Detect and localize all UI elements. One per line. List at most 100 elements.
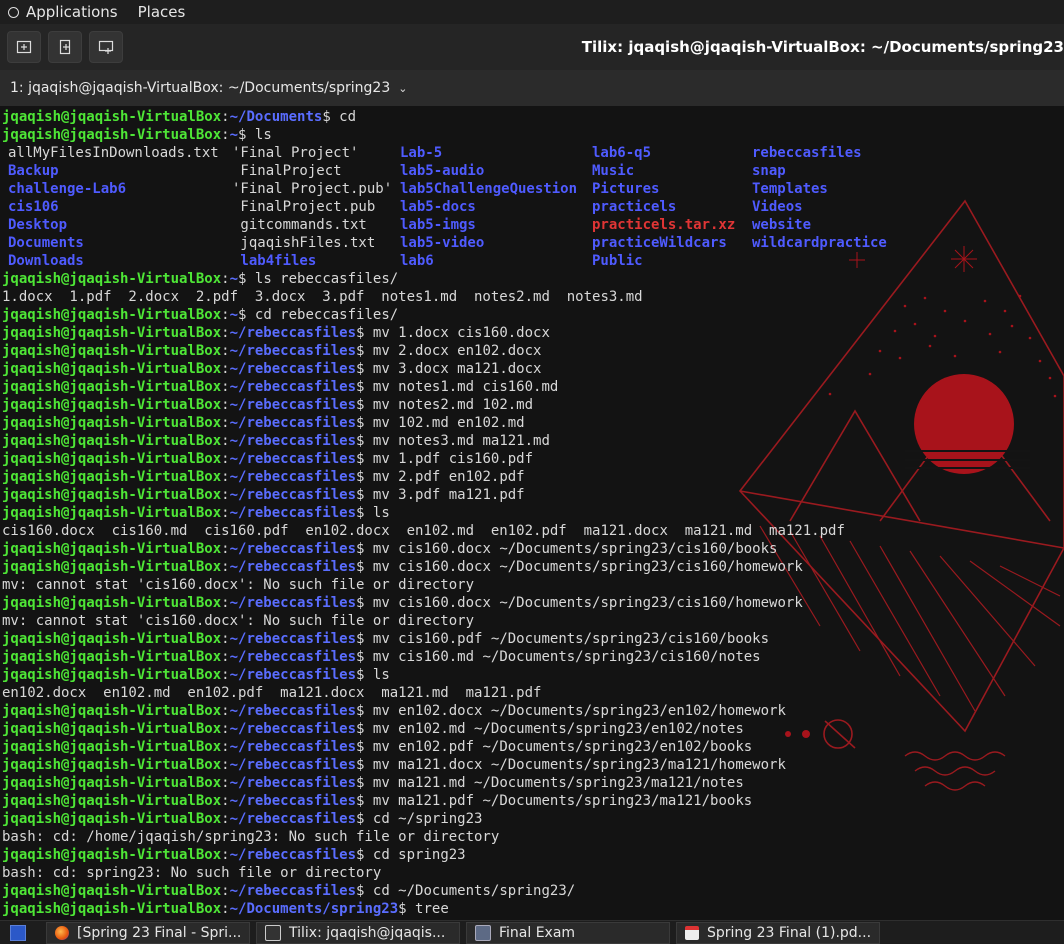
prompt-path: ~/rebeccasfiles	[229, 559, 357, 575]
terminal-icon	[265, 924, 281, 941]
prompt-symbol: $	[356, 397, 373, 413]
prompt-symbol: $	[356, 883, 373, 899]
ls-column: Lab-5 lab5-audio lab5ChallengeQuestion lab5…	[400, 144, 592, 270]
output-text: mv: cannot stat 'cis160.docx': No such f…	[2, 613, 475, 629]
prompt-separator: :	[221, 307, 230, 323]
command-text: mv cis160.md ~/Documents/spring23/cis160…	[372, 649, 761, 665]
prompt-line: jqaqish@jqaqish-VirtualBox:~/rebeccasfil…	[2, 468, 912, 486]
prompt-symbol: $	[356, 775, 373, 791]
prompt-user: jqaqish@jqaqish-VirtualBox	[2, 307, 222, 323]
prompt-symbol: $	[356, 469, 373, 485]
prompt-user: jqaqish@jqaqish-VirtualBox	[2, 847, 222, 863]
prompt-separator: :	[221, 739, 230, 755]
command-text: mv cis160.docx ~/Documents/spring23/cis1…	[372, 559, 803, 575]
prompt-separator: :	[221, 721, 230, 737]
output-line: mv: cannot stat 'cis160.docx': No such f…	[2, 612, 912, 630]
session-label: 1: jqaqish@jqaqish-VirtualBox: ~/Documen…	[10, 80, 391, 96]
prompt-symbol: $	[356, 631, 373, 647]
prompt-symbol: $	[356, 703, 373, 719]
prompt-symbol: $	[322, 109, 340, 125]
prompt-user: jqaqish@jqaqish-VirtualBox	[2, 649, 222, 665]
prompt-separator: :	[221, 541, 230, 557]
prompt-symbol: $	[356, 325, 373, 341]
applications-menu[interactable]: Applications	[8, 3, 138, 21]
prompt-line: jqaqish@jqaqish-VirtualBox:~/Documents$ …	[2, 108, 912, 126]
output-text: en102.docx en102.md en102.pdf ma121.docx…	[2, 685, 542, 701]
prompt-line: jqaqish@jqaqish-VirtualBox:~/rebeccasfil…	[2, 756, 912, 774]
prompt-user: jqaqish@jqaqish-VirtualBox	[2, 379, 222, 395]
prompt-symbol: $	[398, 901, 416, 917]
prompt-user: jqaqish@jqaqish-VirtualBox	[2, 811, 222, 827]
ls-entry: Lab-5	[400, 145, 443, 161]
prompt-separator: :	[221, 505, 230, 521]
command-text: mv 3.pdf ma121.pdf	[372, 487, 525, 503]
prompt-line: jqaqish@jqaqish-VirtualBox:~/rebeccasfil…	[2, 648, 912, 666]
prompt-user: jqaqish@jqaqish-VirtualBox	[2, 559, 222, 575]
ls-entry: wildcardpractice	[752, 235, 887, 251]
prompt-symbol: $	[238, 307, 255, 323]
prompt-separator: :	[221, 379, 230, 395]
ls-entry: lab5-docs	[400, 199, 476, 215]
prompt-line: jqaqish@jqaqish-VirtualBox:~/rebeccasfil…	[2, 414, 912, 432]
prompt-line: jqaqish@jqaqish-VirtualBox:~/rebeccasfil…	[2, 432, 912, 450]
ls-entry: lab5-video	[400, 235, 485, 251]
output-line: bash: cd: spring23: No such file or dire…	[2, 864, 912, 882]
prompt-path: ~/rebeccasfiles	[229, 757, 357, 773]
add-terminal-right-button[interactable]	[7, 31, 41, 63]
places-menu[interactable]: Places	[138, 3, 186, 21]
prompt-user: jqaqish@jqaqish-VirtualBox	[2, 595, 222, 611]
taskbar-label: Spring 23 Final (1).pd...	[707, 924, 872, 941]
prompt-path: ~/Documents	[229, 109, 323, 125]
taskbar-item-pdf[interactable]: Spring 23 Final (1).pd...	[676, 921, 880, 944]
prompt-line: jqaqish@jqaqish-VirtualBox:~/rebeccasfil…	[2, 882, 912, 900]
command-text: mv ma121.docx ~/Documents/spring23/ma121…	[372, 757, 786, 773]
ls-column: lab6-q5 Music Pictures practicels practicels…	[592, 144, 752, 270]
add-terminal-down-button[interactable]	[48, 31, 82, 63]
top-panel: Applications Places	[0, 0, 1064, 24]
prompt-symbol: $	[356, 757, 373, 773]
taskbar-label: Tilix: jqaqish@jqaqis...	[289, 924, 446, 941]
prompt-user: jqaqish@jqaqish-VirtualBox	[2, 739, 222, 755]
ls-column: allMyFilesInDownloads.txt Backup challenge…	[8, 144, 232, 270]
command-text: cd ~/Documents/spring23/	[372, 883, 576, 899]
terminal-view[interactable]: jqaqish@jqaqish-VirtualBox:~/Documents$ …	[0, 106, 1064, 920]
ls-entry: allMyFilesInDownloads.txt	[8, 145, 219, 161]
firefox-icon	[55, 925, 69, 940]
output-text: cis160.docx cis160.md cis160.pdf en102.d…	[2, 523, 845, 539]
taskbar-item-tilix[interactable]: Tilix: jqaqish@jqaqis...	[256, 921, 460, 944]
ls-entry: lab6-q5	[592, 145, 652, 161]
taskbar-label: [Spring 23 Final - Spri...	[77, 924, 242, 941]
taskbar-item-firefox[interactable]: [Spring 23 Final - Spri...	[46, 921, 250, 944]
ls-entry: FinalProject.pub	[232, 199, 376, 215]
prompt-symbol: $	[356, 379, 373, 395]
prompt-separator: :	[221, 325, 230, 341]
prompt-path: ~/rebeccasfiles	[229, 811, 357, 827]
ls-entry: 'Final Project'	[232, 145, 359, 161]
command-text: mv 1.pdf cis160.pdf	[372, 451, 534, 467]
taskbar-item-files[interactable]: Final Exam	[466, 921, 670, 944]
ls-column: 'Final Project' FinalProject 'Final Proje…	[232, 144, 400, 270]
command-text: mv notes3.md ma121.md	[372, 433, 550, 449]
prompt-user: jqaqish@jqaqish-VirtualBox	[2, 703, 222, 719]
ls-entry: lab6	[400, 253, 434, 269]
prompt-separator: :	[221, 631, 230, 647]
prompt-user: jqaqish@jqaqish-VirtualBox	[2, 901, 222, 917]
prompt-separator: :	[221, 127, 230, 143]
command-text: mv 2.pdf en102.pdf	[372, 469, 525, 485]
ls-entry: practiceWildcars	[592, 235, 727, 251]
prompt-user: jqaqish@jqaqish-VirtualBox	[2, 667, 222, 683]
prompt-line: jqaqish@jqaqish-VirtualBox:~/rebeccasfil…	[2, 630, 912, 648]
command-text: mv cis160.pdf ~/Documents/spring23/cis16…	[372, 631, 770, 647]
show-desktop-button[interactable]	[10, 924, 26, 941]
ls-entry: Templates	[752, 181, 828, 197]
prompt-separator: :	[221, 109, 230, 125]
session-selector[interactable]: 1: jqaqish@jqaqish-VirtualBox: ~/Documen…	[0, 70, 1064, 106]
command-text: ls rebeccasfiles/	[254, 271, 399, 287]
prompt-user: jqaqish@jqaqish-VirtualBox	[2, 451, 222, 467]
command-text: cd spring23	[372, 847, 466, 863]
prompt-path: ~	[229, 271, 239, 287]
prompt-symbol: $	[356, 343, 373, 359]
prompt-line: jqaqish@jqaqish-VirtualBox:~$ cd rebecca…	[2, 306, 912, 324]
new-session-button[interactable]	[89, 31, 123, 63]
prompt-user: jqaqish@jqaqish-VirtualBox	[2, 541, 222, 557]
